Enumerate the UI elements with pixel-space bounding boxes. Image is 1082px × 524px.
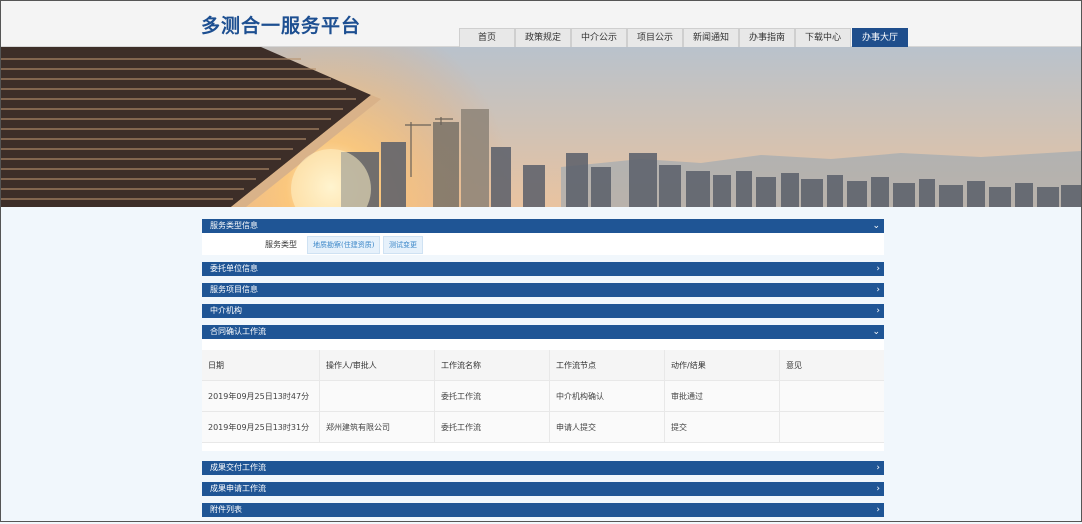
section-title: 中介机构 <box>210 306 242 315</box>
section-title: 服务类型信息 <box>210 221 258 230</box>
section-attachments[interactable]: 附件列表 › <box>202 503 884 517</box>
section-client[interactable]: 委托单位信息 › <box>202 262 884 276</box>
chevron-right-icon: › <box>876 306 880 316</box>
chevron-down-icon: ⌄ <box>872 221 880 231</box>
section-agency[interactable]: 中介机构 › <box>202 304 884 318</box>
table-row: 2019年09月25日13时31分 郑州建筑有限公司 委托工作流 申请人提交 提… <box>202 411 884 443</box>
section-title: 成果交付工作流 <box>210 463 266 472</box>
workflow-table-container: 日期 操作人/审批人 工作流名称 工作流节点 动作/结果 意见 2019年09月… <box>202 339 884 451</box>
section-result-apply-workflow[interactable]: 成果申请工作流 › <box>202 482 884 496</box>
column-header: 意见 <box>779 350 884 381</box>
nav-agency-notice[interactable]: 中介公示 <box>571 28 627 47</box>
service-type-row: 服务类型 地质勘察(住建资质) 测试变更 <box>202 233 884 255</box>
nav-policy[interactable]: 政策规定 <box>515 28 571 47</box>
chevron-right-icon: › <box>876 505 880 515</box>
section-project[interactable]: 服务项目信息 › <box>202 283 884 297</box>
section-title: 附件列表 <box>210 505 242 514</box>
service-tag[interactable]: 测试变更 <box>383 236 423 254</box>
table-cell <box>779 380 884 412</box>
section-title: 成果申请工作流 <box>210 484 266 493</box>
column-header: 工作流节点 <box>549 350 665 381</box>
chevron-down-icon: ⌄ <box>872 327 880 337</box>
table-cell: 提交 <box>664 411 780 443</box>
workflow-table: 日期 操作人/审批人 工作流名称 工作流节点 动作/结果 意见 2019年09月… <box>202 350 884 443</box>
nav-news[interactable]: 新闻通知 <box>683 28 739 47</box>
table-cell: 郑州建筑有限公司 <box>319 411 435 443</box>
nav-home[interactable]: 首页 <box>459 28 515 47</box>
section-title: 服务项目信息 <box>210 285 258 294</box>
banner-image <box>1 47 1081 207</box>
nav-download[interactable]: 下载中心 <box>795 28 851 47</box>
service-type-label: 服务类型 <box>265 240 297 249</box>
table-cell <box>319 380 435 412</box>
chevron-right-icon: › <box>876 484 880 494</box>
section-service-type[interactable]: 服务类型信息 ⌄ <box>202 219 884 233</box>
section-delivery-workflow[interactable]: 成果交付工作流 › <box>202 461 884 475</box>
service-tag[interactable]: 地质勘察(住建资质) <box>307 236 381 254</box>
main-content: 服务类型信息 ⌄ 服务类型 地质勘察(住建资质) 测试变更 委托单位信息 › 服… <box>202 219 884 524</box>
table-cell: 2019年09月25日13时31分 <box>202 411 320 443</box>
table-cell: 中介机构确认 <box>549 380 665 412</box>
section-title: 合同确认工作流 <box>210 327 266 336</box>
nav-guide[interactable]: 办事指南 <box>739 28 795 47</box>
nav-service-hall[interactable]: 办事大厅 <box>852 28 908 47</box>
table-cell <box>779 411 884 443</box>
table-cell: 申请人提交 <box>549 411 665 443</box>
column-header: 动作/结果 <box>664 350 780 381</box>
city-skyline-illustration <box>1 47 1081 207</box>
column-header: 日期 <box>202 350 320 381</box>
nav-project-notice[interactable]: 项目公示 <box>627 28 683 47</box>
section-title: 委托单位信息 <box>210 264 258 273</box>
site-logo[interactable]: 多测合一服务平台 <box>201 11 361 38</box>
section-contract-workflow[interactable]: 合同确认工作流 ⌄ <box>202 325 884 339</box>
table-cell: 委托工作流 <box>434 380 550 412</box>
table-cell: 委托工作流 <box>434 411 550 443</box>
chevron-right-icon: › <box>876 463 880 473</box>
column-header: 操作人/审批人 <box>319 350 435 381</box>
table-header-row: 日期 操作人/审批人 工作流名称 工作流节点 动作/结果 意见 <box>202 350 884 381</box>
table-row: 2019年09月25日13时47分 委托工作流 中介机构确认 审批通过 <box>202 380 884 412</box>
header: 多测合一服务平台 首页 政策规定 中介公示 项目公示 新闻通知 办事指南 下载中… <box>1 1 1081 47</box>
chevron-right-icon: › <box>876 285 880 295</box>
column-header: 工作流名称 <box>434 350 550 381</box>
table-cell: 2019年09月25日13时47分 <box>202 380 320 412</box>
main-nav: 首页 政策规定 中介公示 项目公示 新闻通知 办事指南 下载中心 办事大厅 <box>459 28 908 47</box>
chevron-right-icon: › <box>876 264 880 274</box>
table-cell: 审批通过 <box>664 380 780 412</box>
